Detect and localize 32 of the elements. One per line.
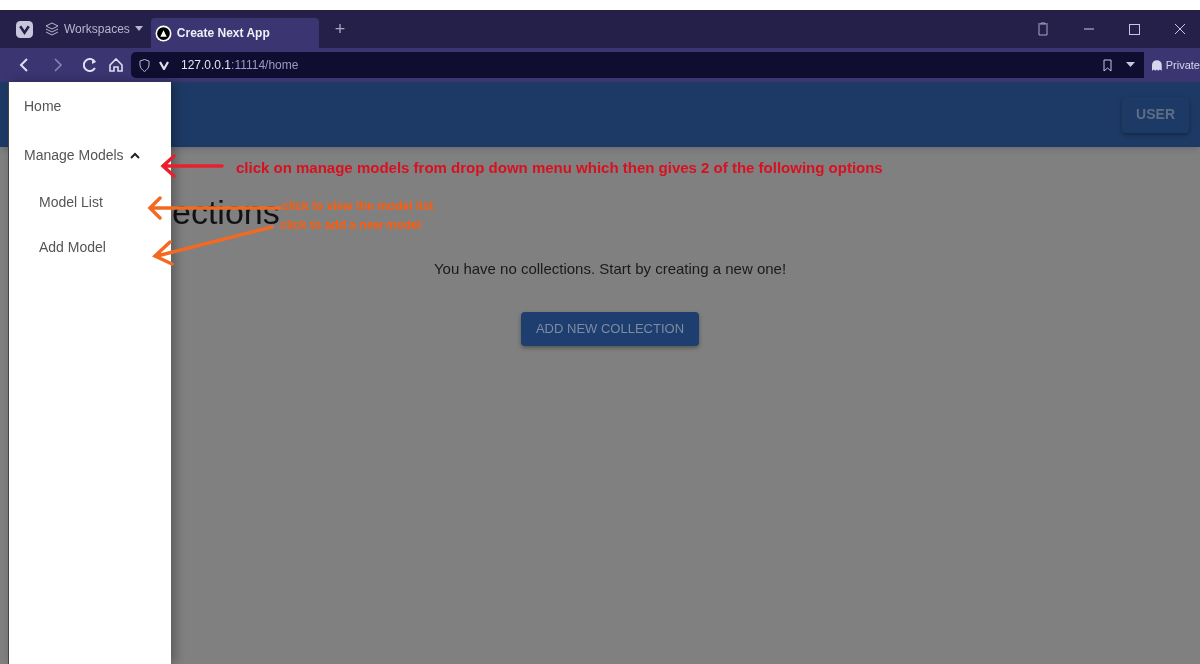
reload-icon[interactable] [83, 58, 97, 72]
browser-tab[interactable]: Create Next App [150, 18, 319, 48]
url-text[interactable]: 127.0.0.1:11114/home [181, 56, 299, 74]
vivaldi-logo-icon[interactable] [16, 20, 33, 38]
drawer-subitem[interactable]: Model List [9, 180, 171, 225]
pointer-arrow [160, 153, 224, 179]
empty-message: You have no collections. Start by creating a new one! [433, 259, 787, 279]
back-icon[interactable] [19, 58, 29, 72]
caret-icon[interactable] [134, 26, 143, 32]
private-label: Private [1165, 57, 1200, 73]
home-icon[interactable] [109, 58, 123, 72]
dropdown-caret-icon[interactable] [1126, 62, 1135, 68]
annotation-text: click on manage models from drop down menu which then gives 2 of the following options [236, 158, 883, 178]
address-bar[interactable]: 127.0.0.1:11114/home [131, 52, 1144, 78]
bookmark-icon[interactable] [1103, 58, 1112, 72]
layers-icon[interactable] [45, 22, 59, 36]
drawer-subitem[interactable]: Add Model [9, 225, 171, 270]
ghost-icon [1152, 59, 1162, 71]
vivaldi-v-icon[interactable] [159, 60, 169, 70]
triangle-logo-icon [154, 24, 172, 42]
maximize-icon[interactable] [1129, 23, 1140, 35]
drawer-item[interactable]: Home [9, 82, 171, 131]
workspaces-button[interactable]: Workspaces [45, 20, 143, 38]
trash-icon[interactable] [1037, 22, 1049, 36]
forward-icon[interactable] [53, 58, 63, 72]
drawer-item[interactable]: Manage Models [9, 131, 171, 180]
annotation-text: click to add a new model [280, 218, 422, 233]
shield-icon[interactable] [139, 58, 150, 72]
annotation-text: click to view the model list [282, 198, 434, 214]
chevron-up-icon[interactable] [129, 152, 140, 159]
close-icon[interactable] [1174, 23, 1186, 35]
new-tab-button[interactable]: + [334, 15, 346, 43]
